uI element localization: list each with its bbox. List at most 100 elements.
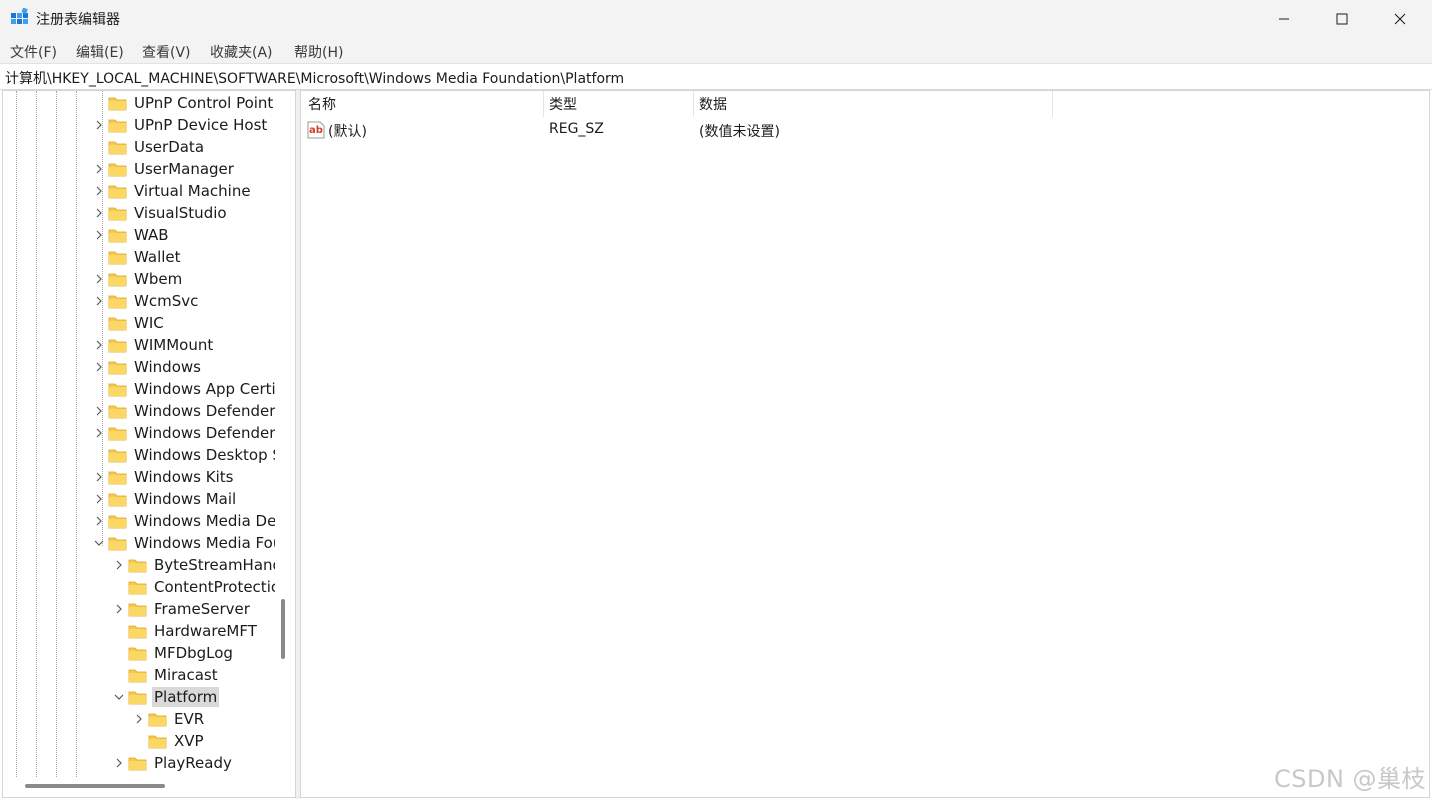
maximize-button[interactable] bbox=[1313, 0, 1371, 38]
folder-icon bbox=[108, 163, 127, 177]
column-header-type-label: 类型 bbox=[549, 97, 577, 113]
tree-node[interactable]: Windows bbox=[92, 356, 203, 378]
folder-icon bbox=[108, 273, 127, 287]
tree-node[interactable]: MFDbgLog bbox=[112, 642, 235, 664]
address-path[interactable]: 计算机\HKEY_LOCAL_MACHINE\SOFTWARE\Microsof… bbox=[5, 68, 624, 88]
menu-bar: 文件(F) 编辑(E) 查看(V) 收藏夹(A) 帮助(H) bbox=[0, 38, 1432, 63]
tree-node-label: Virtual Machine bbox=[134, 182, 251, 200]
chevron-right-icon[interactable] bbox=[92, 356, 106, 378]
tree-node[interactable]: ContentProtectic bbox=[112, 576, 275, 598]
close-icon bbox=[1394, 13, 1406, 25]
minimize-button[interactable] bbox=[1255, 0, 1313, 38]
tree-node[interactable]: UPnP Control Point bbox=[92, 92, 275, 114]
tree-node-label: EVR bbox=[174, 710, 205, 728]
chevron-right-icon[interactable] bbox=[92, 466, 106, 488]
folder-icon bbox=[128, 647, 147, 661]
svg-text:ab: ab bbox=[309, 125, 323, 136]
chevron-down-icon[interactable] bbox=[112, 686, 126, 708]
tree-node[interactable]: WIC bbox=[92, 312, 166, 334]
chevron-right-icon[interactable] bbox=[92, 400, 106, 422]
chevron-right-icon[interactable] bbox=[92, 180, 106, 202]
tree-node[interactable]: WIMMount bbox=[92, 334, 215, 356]
tree-node[interactable]: Windows Kits bbox=[92, 466, 235, 488]
tree-node[interactable]: Windows Media Fou bbox=[92, 532, 275, 554]
menu-favorites[interactable]: 收藏夹(A) bbox=[210, 42, 273, 62]
tree-node[interactable]: Windows Defender bbox=[92, 400, 275, 422]
tree-guide-line bbox=[56, 91, 57, 777]
tree-horizontal-scrollbar[interactable] bbox=[25, 784, 165, 788]
values-list-pane[interactable]: 名称 类型 数据 ab (默认) REG_SZ (数值未设置) bbox=[300, 90, 1430, 798]
chevron-right-icon[interactable] bbox=[132, 708, 146, 730]
column-header-name-label: 名称 bbox=[308, 97, 336, 113]
tree-node[interactable]: Windows App Certi bbox=[92, 378, 275, 400]
tree-node[interactable]: Virtual Machine bbox=[92, 180, 253, 202]
folder-icon bbox=[128, 625, 147, 639]
folder-icon bbox=[108, 185, 127, 199]
tree-node[interactable]: Windows Media De bbox=[92, 510, 275, 532]
tree-node[interactable]: FrameServer bbox=[112, 598, 252, 620]
folder-icon bbox=[108, 515, 127, 529]
tree-node[interactable]: XVP bbox=[132, 730, 206, 752]
chevron-right-icon[interactable] bbox=[92, 290, 106, 312]
chevron-right-icon[interactable] bbox=[92, 422, 106, 444]
value-type: REG_SZ bbox=[549, 121, 604, 137]
tree-node[interactable]: Windows Defender bbox=[92, 422, 275, 444]
chevron-right-icon[interactable] bbox=[92, 158, 106, 180]
tree-node[interactable]: Miracast bbox=[112, 664, 220, 686]
tree-node[interactable]: UPnP Device Host bbox=[92, 114, 269, 136]
column-header-type[interactable]: 类型 bbox=[544, 91, 694, 117]
tree-node[interactable]: Windows Desktop S bbox=[92, 444, 275, 466]
tree-node-label: WAB bbox=[134, 226, 169, 244]
tree-node[interactable]: Windows Mail bbox=[92, 488, 238, 510]
tree-node-label: Windows Media De bbox=[134, 512, 275, 530]
tree-node[interactable]: VisualStudio bbox=[92, 202, 229, 224]
key-tree-pane[interactable]: UPnP Control Point UPnP Device Host UserDa… bbox=[2, 90, 296, 798]
tree-node-label: Wbem bbox=[134, 270, 183, 288]
chevron-right-icon[interactable] bbox=[92, 334, 106, 356]
chevron-right-icon[interactable] bbox=[92, 510, 106, 532]
folder-icon bbox=[108, 119, 127, 133]
folder-icon bbox=[108, 251, 127, 265]
tree-guide-line bbox=[16, 91, 17, 777]
tree-node-label: Windows Mail bbox=[134, 490, 237, 508]
chevron-right-icon[interactable] bbox=[112, 598, 126, 620]
chevron-right-icon[interactable] bbox=[92, 488, 106, 510]
table-row[interactable]: ab (默认) REG_SZ (数值未设置) bbox=[301, 119, 1061, 141]
column-header-name[interactable]: 名称 bbox=[301, 91, 543, 117]
tree-node[interactable]: ByteStreamHand bbox=[112, 554, 275, 576]
tree-node-label: Windows Defender bbox=[134, 402, 275, 420]
tree-node[interactable]: Platform bbox=[112, 686, 220, 708]
chevron-right-icon[interactable] bbox=[92, 114, 106, 136]
tree-node[interactable]: WAB bbox=[92, 224, 171, 246]
chevron-right-icon[interactable] bbox=[112, 752, 126, 774]
chevron-down-icon[interactable] bbox=[92, 532, 106, 554]
tree-node[interactable]: WcmSvc bbox=[92, 290, 200, 312]
folder-open-icon bbox=[108, 537, 127, 551]
tree-guide-line bbox=[36, 91, 37, 777]
chevron-right-icon[interactable] bbox=[92, 224, 106, 246]
menu-edit[interactable]: 编辑(E) bbox=[76, 42, 124, 62]
tree-vertical-scrollbar[interactable] bbox=[281, 599, 285, 659]
tree-node[interactable]: UserData bbox=[92, 136, 206, 158]
menu-help[interactable]: 帮助(H) bbox=[294, 42, 343, 62]
tree-node-label: Windows Desktop S bbox=[134, 446, 275, 464]
folder-icon bbox=[108, 229, 127, 243]
chevron-right-icon[interactable] bbox=[92, 202, 106, 224]
address-bar[interactable]: 计算机\HKEY_LOCAL_MACHINE\SOFTWARE\Microsof… bbox=[0, 63, 1432, 90]
tree-node[interactable]: Wallet bbox=[92, 246, 183, 268]
menu-view[interactable]: 查看(V) bbox=[142, 42, 191, 62]
chevron-right-icon[interactable] bbox=[92, 268, 106, 290]
chevron-right-icon[interactable] bbox=[112, 554, 126, 576]
tree-node[interactable]: HardwareMFT bbox=[112, 620, 259, 642]
tree-node[interactable]: PlayReady bbox=[112, 752, 234, 774]
tree-node[interactable]: UserManager bbox=[92, 158, 236, 180]
close-button[interactable] bbox=[1371, 0, 1429, 38]
tree-node-label: ContentProtectic bbox=[154, 578, 275, 596]
tree-node-label: FrameServer bbox=[154, 600, 250, 618]
tree-node[interactable]: Wbem bbox=[92, 268, 184, 290]
column-header-data[interactable]: 数据 bbox=[694, 91, 1052, 117]
column-separator[interactable] bbox=[1052, 91, 1053, 117]
tree-node-label: Windows Media Fou bbox=[134, 534, 275, 552]
tree-node[interactable]: EVR bbox=[132, 708, 206, 730]
menu-file[interactable]: 文件(F) bbox=[10, 42, 57, 62]
